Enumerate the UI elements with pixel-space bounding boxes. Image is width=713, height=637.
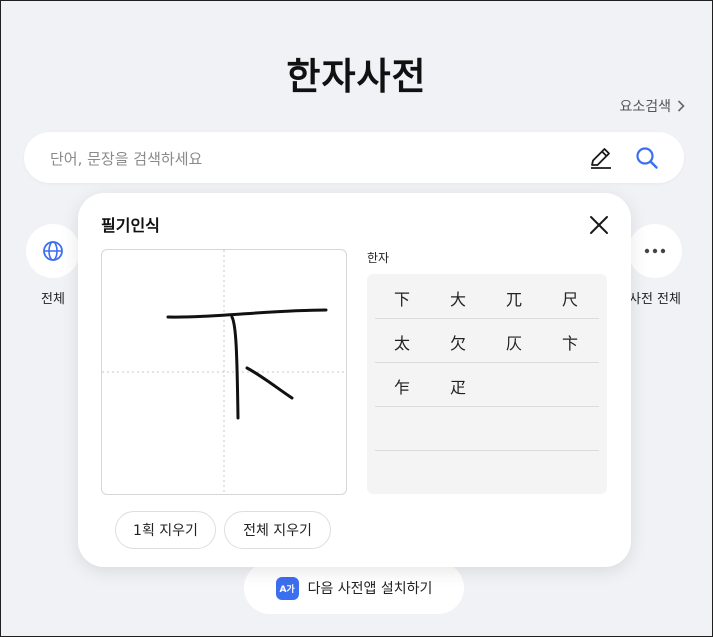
search-bar	[24, 132, 684, 185]
chevron-right-icon	[677, 100, 685, 112]
category-all-dictionaries[interactable]: 사전 전체	[626, 224, 684, 307]
results-row: 下 大 兀 尺	[375, 274, 599, 319]
results-row: 乍 疋	[375, 362, 599, 407]
category-all-label: 전체	[41, 292, 65, 307]
page-title: 한자사전	[286, 55, 427, 98]
hanja-candidate[interactable]: 兀	[499, 286, 529, 310]
handwriting-title: 필기인식	[101, 216, 160, 235]
handwriting-strokes	[102, 250, 346, 494]
handwriting-canvas[interactable]	[101, 249, 347, 495]
hanja-candidate[interactable]: 大	[443, 286, 473, 310]
dictionary-app-icon: A가	[275, 576, 299, 600]
results-label: 한자	[367, 251, 390, 265]
install-app-button[interactable]: A가 다음 사전앱 설치하기	[244, 562, 464, 614]
element-search-label: 요소검색	[619, 99, 671, 115]
hanja-candidate[interactable]: 太	[387, 330, 417, 354]
category-all[interactable]: 전체	[24, 224, 82, 307]
handwriting-panel: 필기인식 한자 下 大 兀 尺 太 欠 仄 卞 乍 疋 1획 지우기 전체 지우…	[78, 193, 631, 567]
install-app-label: 다음 사전앱 설치하기	[307, 581, 433, 597]
hanja-candidate[interactable]: 尺	[555, 286, 585, 310]
erase-stroke-button[interactable]: 1획 지우기	[115, 511, 216, 549]
results-row: 太 欠 仄 卞	[375, 318, 599, 363]
more-dots-icon	[644, 248, 666, 254]
hanja-candidate[interactable]: 欠	[443, 330, 473, 354]
results-row	[375, 406, 599, 451]
category-more-label: 사전 전체	[629, 292, 681, 307]
globe-icon	[43, 241, 63, 261]
element-search-link[interactable]: 요소검색	[619, 96, 685, 116]
results-row	[375, 450, 599, 494]
hanja-results: 下 大 兀 尺 太 欠 仄 卞 乍 疋	[367, 274, 607, 494]
search-icon[interactable]	[634, 145, 660, 171]
pen-icon[interactable]	[588, 145, 614, 171]
hanja-candidate[interactable]: 疋	[443, 374, 473, 398]
category-all-circle	[26, 224, 80, 278]
hanja-candidate[interactable]: 乍	[387, 374, 417, 398]
hanja-candidate[interactable]: 卞	[555, 330, 585, 354]
hanja-candidate[interactable]: 下	[387, 286, 417, 310]
category-more-circle	[628, 224, 682, 278]
search-input[interactable]	[48, 132, 572, 185]
erase-all-button[interactable]: 전체 지우기	[224, 511, 331, 549]
close-icon[interactable]	[588, 214, 610, 236]
hanja-candidate[interactable]: 仄	[499, 330, 529, 354]
